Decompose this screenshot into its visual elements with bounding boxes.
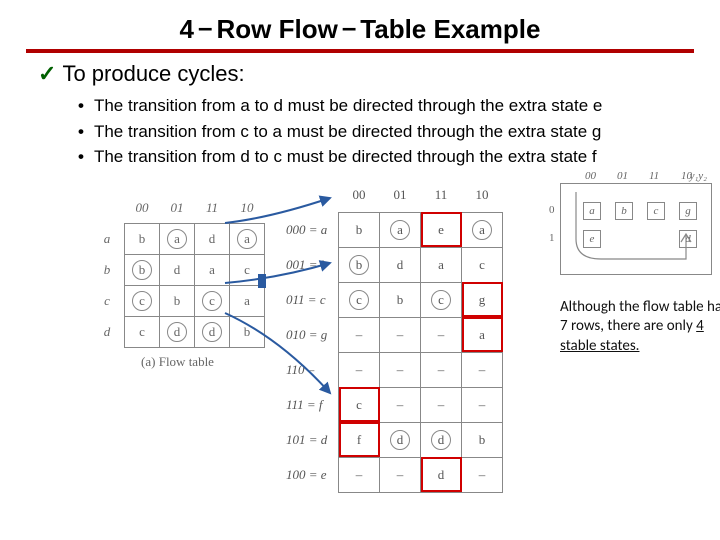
trans-col: 11 (649, 170, 659, 182)
cell: – (339, 352, 380, 387)
cell: a (195, 254, 230, 285)
title-dash-2: – (342, 12, 356, 42)
bullet-item: The transition from c to a must be direc… (78, 119, 690, 145)
cell: d (160, 316, 195, 347)
cell: – (380, 352, 421, 387)
trans-label: y₁y₂ (690, 170, 707, 182)
cell: – (380, 387, 421, 422)
title-dash-1: – (198, 12, 212, 42)
cell: d (195, 316, 230, 347)
col-hdr: 01 (380, 178, 421, 213)
cell: c (339, 282, 380, 317)
cell: – (421, 387, 462, 422)
figures-area: 00011110abadabbdacccbcadcddb (a) Flow ta… (30, 178, 690, 508)
cell: c (125, 285, 160, 316)
col-hdr: 11 (421, 178, 462, 213)
title-post: Table Example (360, 14, 540, 44)
cell: b (339, 247, 380, 282)
col-hdr: 00 (339, 178, 380, 213)
row-hdr: 111 = f (285, 387, 339, 422)
cell: – (462, 457, 503, 492)
cell: a (380, 212, 421, 247)
cell: – (380, 317, 421, 352)
cell: b (462, 422, 503, 457)
title-underline (26, 49, 694, 53)
cell: – (380, 457, 421, 492)
row-hdr: 000 = a (285, 212, 339, 247)
col-hdr: 00 (125, 193, 160, 224)
cell: – (421, 352, 462, 387)
col-hdr: 11 (195, 193, 230, 224)
row-hdr: 110 – (285, 352, 339, 387)
cell: c (421, 282, 462, 317)
row-hdr: 100 = e (285, 457, 339, 492)
cell: a (421, 247, 462, 282)
trans-col: 00 (585, 170, 596, 182)
cell: b (125, 223, 160, 254)
main-point-text: To produce cycles: (62, 61, 244, 86)
transition-diagram: y₁y₂ 000111100abcg1ed (560, 183, 712, 275)
main-point: ✓To produce cycles: (38, 61, 690, 87)
col-hdr: 10 (462, 178, 503, 213)
cell: c (462, 247, 503, 282)
row-hdr: 010 = g (285, 317, 339, 352)
cell: – (339, 317, 380, 352)
cell: b (160, 285, 195, 316)
cell: d (195, 223, 230, 254)
row-hdr: d (90, 316, 125, 347)
title-pre: 4 (180, 14, 194, 44)
row-hdr: b (90, 254, 125, 285)
cell: c (230, 254, 265, 285)
bullet-item: The transition from d to c must be direc… (78, 144, 690, 170)
flow-table-a-caption: (a) Flow table (90, 354, 265, 370)
cell: d (160, 254, 195, 285)
row-hdr: c (90, 285, 125, 316)
col-hdr: 01 (160, 193, 195, 224)
cell: – (421, 317, 462, 352)
cell: b (230, 316, 265, 347)
cell: – (339, 457, 380, 492)
cell: d (380, 247, 421, 282)
flow-table-b: 00011110000 = abaea001 = bbdac011 = ccbc… (285, 178, 503, 493)
cell: d (421, 457, 462, 492)
trans-col: 01 (617, 170, 628, 182)
col-hdr: 10 (230, 193, 265, 224)
cell: d (380, 422, 421, 457)
bullet-item: The transition from a to d must be direc… (78, 93, 690, 119)
trans-row: 1 (549, 232, 555, 244)
cell: c (125, 316, 160, 347)
cell: a (462, 317, 503, 352)
cell: a (462, 212, 503, 247)
check-icon: ✓ (38, 61, 56, 86)
row-hdr: 011 = c (285, 282, 339, 317)
cell: b (380, 282, 421, 317)
trans-col: 10 (681, 170, 692, 182)
cell: c (339, 387, 380, 422)
flow-table-a: 00011110abadabbdacccbcadcddb (a) Flow ta… (90, 193, 265, 370)
cell: – (462, 387, 503, 422)
cell: a (230, 223, 265, 254)
cell: b (339, 212, 380, 247)
trans-arrow-icon (561, 184, 711, 274)
trans-row: 0 (549, 204, 555, 216)
cell: f (339, 422, 380, 457)
row-hdr: a (90, 223, 125, 254)
row-hdr: 101 = d (285, 422, 339, 457)
title-mid: Row Flow (216, 14, 337, 44)
cell: g (462, 282, 503, 317)
note-text: Although the flow table has 7 rows, ther… (560, 298, 720, 357)
row-hdr: 001 = b (285, 247, 339, 282)
cell: d (421, 422, 462, 457)
cell: c (195, 285, 230, 316)
cell: – (462, 352, 503, 387)
cell: a (230, 285, 265, 316)
cell: e (421, 212, 462, 247)
bullet-list: The transition from a to d must be direc… (78, 93, 690, 170)
cell: b (125, 254, 160, 285)
cell: a (160, 223, 195, 254)
